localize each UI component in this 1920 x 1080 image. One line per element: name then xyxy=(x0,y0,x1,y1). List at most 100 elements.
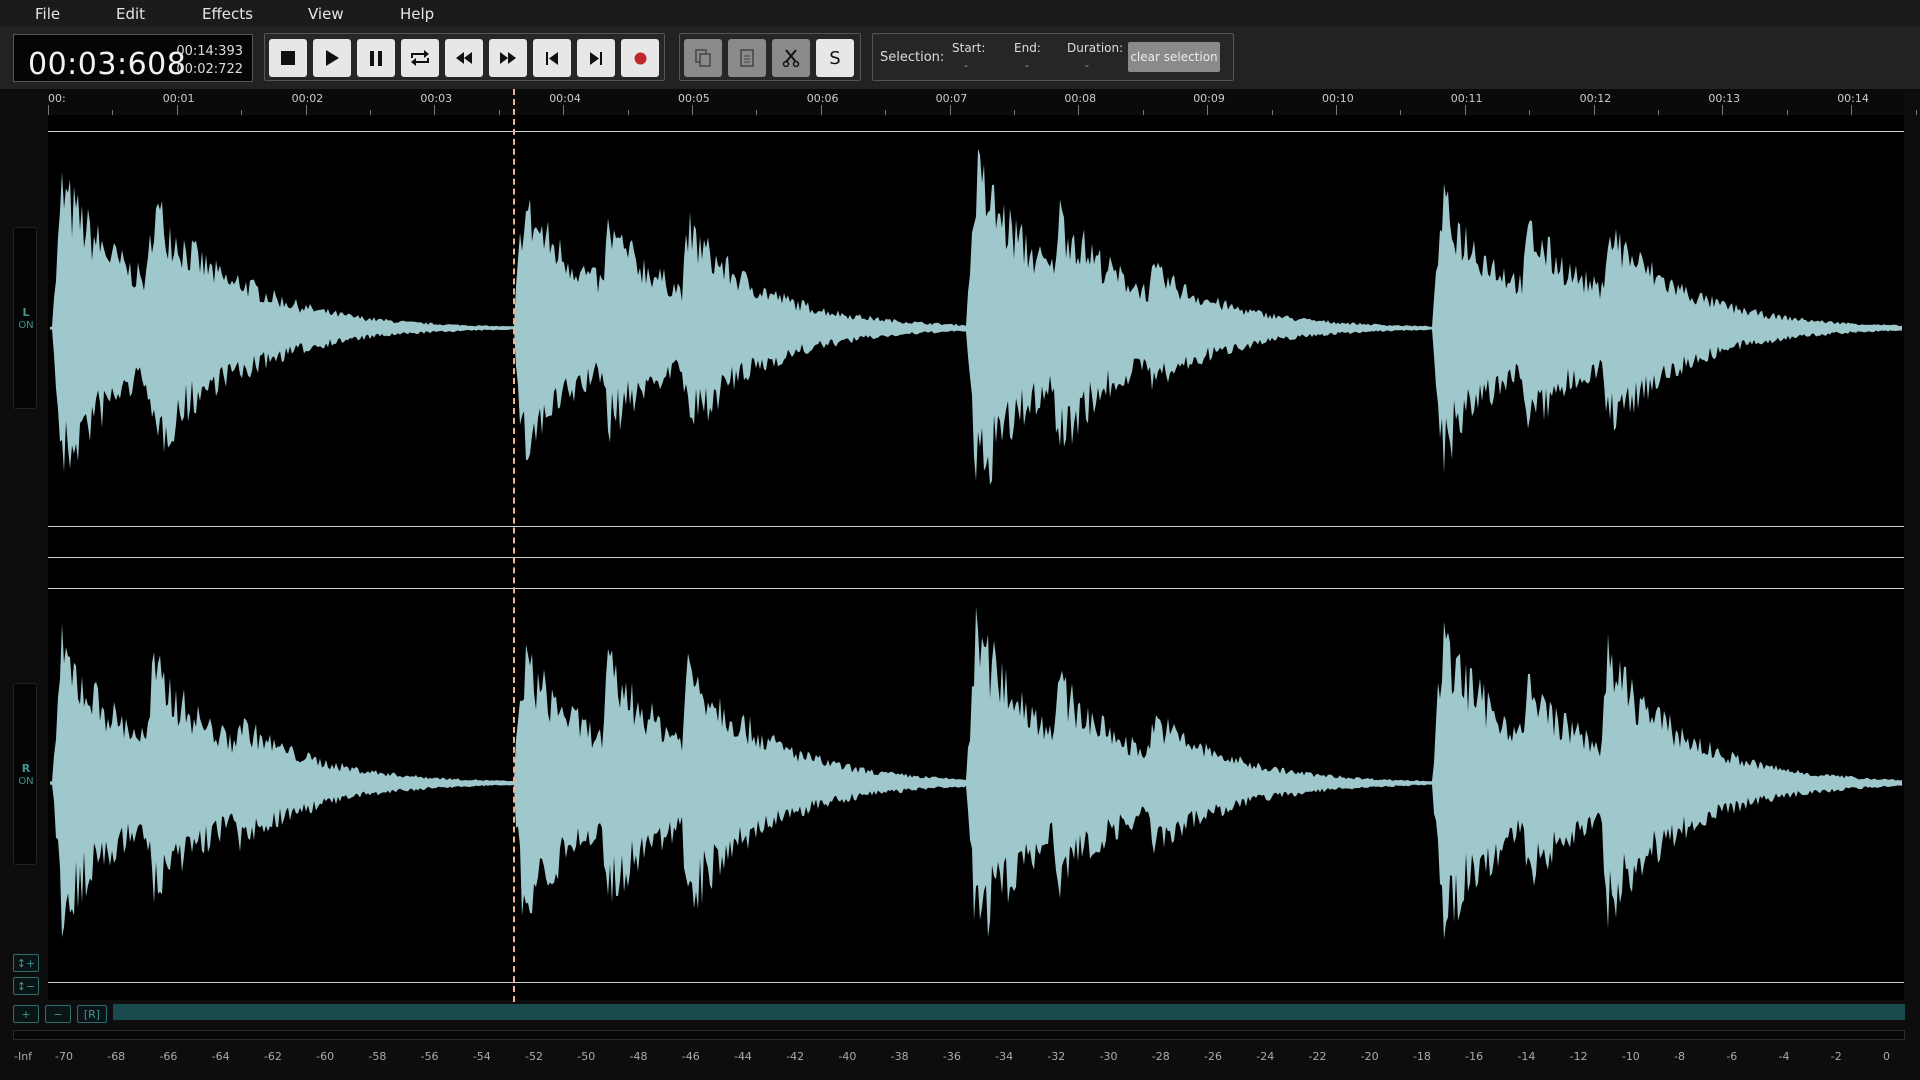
paste-button[interactable] xyxy=(728,39,766,77)
menu-view[interactable]: View xyxy=(308,5,344,23)
rewind-icon xyxy=(456,52,472,64)
stop-button[interactable] xyxy=(269,39,307,77)
meter-scale-label: -10 xyxy=(1621,1050,1640,1063)
total-duration: 00:14:393 xyxy=(176,44,243,59)
horizontal-zoom-in-button[interactable]: + xyxy=(13,1005,39,1023)
selection-start-label: Start: xyxy=(952,41,986,55)
channel-right-toggle[interactable]: R ON xyxy=(13,683,37,865)
record-icon xyxy=(634,52,646,64)
channel-top-border xyxy=(48,131,1904,132)
meter-scale-label: -32 xyxy=(1047,1050,1066,1063)
skip-to-start-button[interactable] xyxy=(533,39,571,77)
current-time: 00:03:608 xyxy=(28,47,187,82)
timeline-major-tick xyxy=(48,105,49,115)
meter-scale-label: -30 xyxy=(1099,1050,1118,1063)
meter-scale-label: -60 xyxy=(316,1050,335,1063)
selection-duration-label: Duration: xyxy=(1067,41,1124,55)
level-meter xyxy=(13,1030,1905,1040)
timeline-major-tick xyxy=(692,105,693,115)
channel-right-state: ON xyxy=(18,776,34,787)
meter-scale-label: -28 xyxy=(1151,1050,1170,1063)
timeline-label: 00:09 xyxy=(1193,92,1225,105)
meter-scale-label: -20 xyxy=(1360,1050,1379,1063)
timeline-major-tick xyxy=(949,105,951,115)
waveform-left-channel xyxy=(50,148,1902,485)
record-button[interactable] xyxy=(621,39,659,77)
timeline-label: 00:03 xyxy=(420,92,453,105)
zoom-reset-button[interactable]: [R] xyxy=(77,1005,107,1023)
meter-scale-label: -8 xyxy=(1674,1050,1686,1063)
channel-bottom-border xyxy=(48,982,1904,983)
meter-scale-label: -50 xyxy=(577,1050,596,1063)
timeline-label: 00:06 xyxy=(806,92,839,105)
timeline-major-tick xyxy=(1336,105,1337,115)
loop-icon xyxy=(411,50,429,66)
timeline-label: 00:07 xyxy=(935,92,968,105)
meter-scale-label: -Inf xyxy=(14,1050,33,1063)
silence-button[interactable]: S xyxy=(816,39,854,77)
play-icon xyxy=(326,50,339,66)
transport-controls xyxy=(264,33,665,81)
vertical-zoom-out-button[interactable]: ↕− xyxy=(13,977,39,995)
timeline-label: 00:04 xyxy=(549,92,581,105)
meter-scale-label: -18 xyxy=(1412,1050,1431,1063)
meter-scale-label: -38 xyxy=(890,1050,909,1063)
meter-scale-label: -36 xyxy=(942,1050,961,1063)
timeline-label: 00:10 xyxy=(1322,92,1354,105)
timeline-label: 00:14 xyxy=(1837,92,1869,105)
channel-separator-top xyxy=(48,526,1904,527)
meter-scale-label: -54 xyxy=(472,1050,491,1063)
vertical-zoom-in-button[interactable]: ↕+ xyxy=(13,954,39,972)
menu-effects[interactable]: Effects xyxy=(202,5,253,23)
timeline-label: 00:01 xyxy=(162,92,195,105)
selection-start-value: - xyxy=(964,59,968,72)
horizontal-zoom-out-button[interactable]: − xyxy=(45,1005,71,1023)
timeline-label: 00:05 xyxy=(678,92,710,105)
meter-scale-label: 0 xyxy=(1883,1050,1890,1063)
timeline-major-tick xyxy=(1207,105,1209,115)
channel-right-name: R xyxy=(21,762,31,775)
timeline-major-tick xyxy=(820,105,822,115)
selection-duration: 00:02:722 xyxy=(176,62,243,77)
copy-button[interactable] xyxy=(684,39,722,77)
skip-to-end-button[interactable] xyxy=(577,39,615,77)
meter-scale-label: -4 xyxy=(1778,1050,1790,1063)
meter-scale-label: -22 xyxy=(1308,1050,1327,1063)
fast-forward-icon xyxy=(500,52,516,64)
time-display: 00:03:608 00:14:393 00:02:722 xyxy=(13,34,253,82)
copy-icon xyxy=(695,49,711,67)
timeline-label: 00:08 xyxy=(1064,92,1097,105)
rewind-button[interactable] xyxy=(445,39,483,77)
pause-icon xyxy=(370,50,382,66)
cut-button[interactable] xyxy=(772,39,810,77)
loop-button[interactable] xyxy=(401,39,439,77)
timeline-major-tick xyxy=(176,105,178,115)
timeline-major-tick xyxy=(434,105,436,115)
clear-selection-button[interactable]: clear selection xyxy=(1128,42,1220,72)
menu-help[interactable]: Help xyxy=(400,5,434,23)
channel-left-toggle[interactable]: L ON xyxy=(13,227,37,409)
timeline-label: 00:13 xyxy=(1708,92,1741,105)
timeline-minor-tick xyxy=(1915,110,1917,115)
skip-to-end-icon xyxy=(590,51,602,65)
meter-scale-label: -16 xyxy=(1465,1050,1484,1063)
fast-forward-button[interactable] xyxy=(489,39,527,77)
meter-scale-label: -6 xyxy=(1726,1050,1738,1063)
menu-edit[interactable]: Edit xyxy=(116,5,145,23)
timeline-major-tick xyxy=(305,105,307,115)
timeline-major-tick xyxy=(1593,105,1595,115)
waveform-right-channel xyxy=(50,606,1902,940)
timeline-ruler[interactable]: 00: 00:01 00:02 00:03 00:04 00:05 00:06 00:07 00… xyxy=(48,89,1917,115)
selection-label: Selection: xyxy=(880,50,945,65)
playhead[interactable] xyxy=(512,89,515,1002)
pause-button[interactable] xyxy=(357,39,395,77)
horizontal-scrollbar[interactable] xyxy=(113,1004,1905,1020)
timeline-label: 00:12 xyxy=(1579,92,1612,105)
meter-scale-label: -66 xyxy=(159,1050,178,1063)
channel-separator-mid xyxy=(48,557,1904,558)
play-button[interactable] xyxy=(313,39,351,77)
timeline-label: 00:11 xyxy=(1450,92,1483,105)
meter-scale-label: -42 xyxy=(786,1050,805,1063)
menu-file[interactable]: File xyxy=(35,5,60,23)
selection-duration-value: - xyxy=(1085,59,1089,72)
